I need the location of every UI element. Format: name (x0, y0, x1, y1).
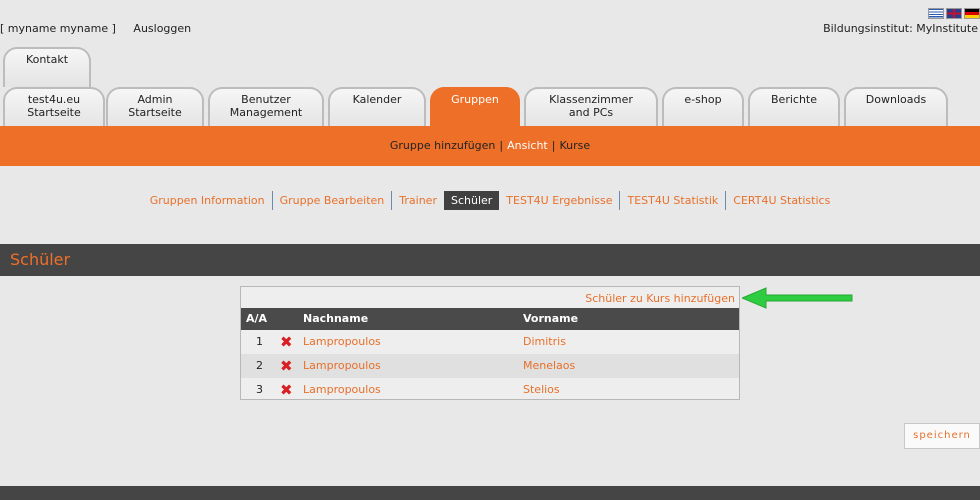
tab-label-line2: and PCs (568, 106, 614, 119)
tab-label-line2: Management (229, 106, 303, 119)
subbar-view[interactable]: Ansicht (507, 139, 548, 152)
row-number: 2 (256, 359, 263, 372)
save-button[interactable]: speichern (904, 423, 980, 449)
green-arrow-icon (742, 287, 853, 309)
table-row: 1 ✖ Lampropoulos Dimitris (241, 330, 739, 354)
table-row: 2 ✖ Lampropoulos Menelaos (241, 354, 739, 378)
delete-icon[interactable]: ✖ (280, 335, 294, 350)
tab-label-line1: Admin (137, 93, 173, 106)
subnav-students[interactable]: Schüler (443, 191, 500, 210)
footer-bar (0, 486, 980, 500)
tab-kalender[interactable]: Kalender (328, 87, 426, 127)
student-lastname[interactable]: Lampropoulos (303, 354, 381, 378)
tab-label-line1: Gruppen (451, 93, 499, 106)
column-lastname: Nachname (303, 312, 369, 325)
table-header: A/A Nachname Vorname (241, 308, 739, 330)
tab-eshop[interactable]: e-shop (662, 87, 744, 127)
student-firstname[interactable]: Stelios (523, 378, 560, 402)
subnav-group-edit[interactable]: Gruppe Bearbeiten (271, 191, 392, 210)
tab-label-line1: Downloads (865, 93, 927, 106)
greek-flag-icon[interactable] (928, 8, 944, 19)
tab-admin-startseite[interactable]: Admin Startseite (106, 87, 204, 127)
subnav-test4u-statistics[interactable]: TEST4U Statistik (619, 191, 725, 210)
tab-label-line2: Startseite (128, 106, 182, 119)
user-name: [ myname myname ] (0, 22, 116, 35)
tab-downloads[interactable]: Downloads (844, 87, 948, 127)
user-bar: [ myname myname ] Ausloggen (0, 22, 191, 35)
column-aa: A/A (246, 312, 268, 325)
tab-label-line1: Benutzer (241, 93, 291, 106)
subnav-trainer[interactable]: Trainer (391, 191, 444, 210)
tab-label-line1: test4u.eu (27, 93, 81, 106)
german-flag-icon[interactable] (964, 8, 980, 19)
row-number: 1 (256, 335, 263, 348)
section-title: Schüler (0, 244, 980, 276)
institute-label: Bildungsinstitut: MyInstitute (823, 22, 978, 35)
tab-klassenzimmer[interactable]: Klassenzimmer and PCs (524, 87, 658, 127)
tab-label-line2: Startseite (27, 106, 81, 119)
tab-test4u-startseite[interactable]: test4u.eu Startseite (3, 87, 105, 127)
tab-label-line1: Kalender (352, 93, 402, 106)
tab-benutzer-management[interactable]: Benutzer Management (208, 87, 324, 127)
student-lastname[interactable]: Lampropoulos (303, 378, 381, 402)
tab-berichte[interactable]: Berichte (748, 87, 840, 127)
add-student-to-course-link[interactable]: Schüler zu Kurs hinzufügen (585, 292, 735, 305)
subnav-cert4u-statistics[interactable]: CERT4U Statistics (725, 191, 837, 210)
tab-kontakt[interactable]: Kontakt (3, 47, 91, 87)
students-table: Schüler zu Kurs hinzufügen A/A Nachname … (240, 286, 740, 400)
student-firstname[interactable]: Dimitris (523, 330, 566, 354)
subbar-add-group[interactable]: Gruppe hinzufügen (390, 139, 496, 152)
tab-label-line1: Berichte (771, 93, 817, 106)
logout-link[interactable]: Ausloggen (133, 22, 191, 35)
group-subbar: Gruppe hinzufügen | Ansicht | Kurse (0, 126, 980, 166)
tab-label-line1: e-shop (684, 93, 722, 106)
subnav-test4u-results[interactable]: TEST4U Ergebnisse (499, 191, 619, 210)
student-firstname[interactable]: Menelaos (523, 354, 575, 378)
language-flags (928, 8, 980, 19)
subbar-courses[interactable]: Kurse (559, 139, 590, 152)
row-number: 3 (256, 383, 263, 396)
delete-icon[interactable]: ✖ (280, 383, 294, 398)
tab-label: Kontakt (25, 53, 69, 66)
table-row: 3 ✖ Lampropoulos Stelios (241, 378, 739, 399)
group-subnav: Gruppen Information Gruppe Bearbeiten Tr… (0, 191, 980, 210)
delete-icon[interactable]: ✖ (280, 359, 294, 374)
column-firstname: Vorname (523, 312, 579, 325)
tab-label-line1: Klassenzimmer (549, 93, 633, 106)
tab-gruppen[interactable]: Gruppen (430, 87, 520, 127)
uk-flag-icon[interactable] (946, 8, 962, 19)
subnav-group-info[interactable]: Gruppen Information (143, 191, 272, 210)
student-lastname[interactable]: Lampropoulos (303, 330, 381, 354)
